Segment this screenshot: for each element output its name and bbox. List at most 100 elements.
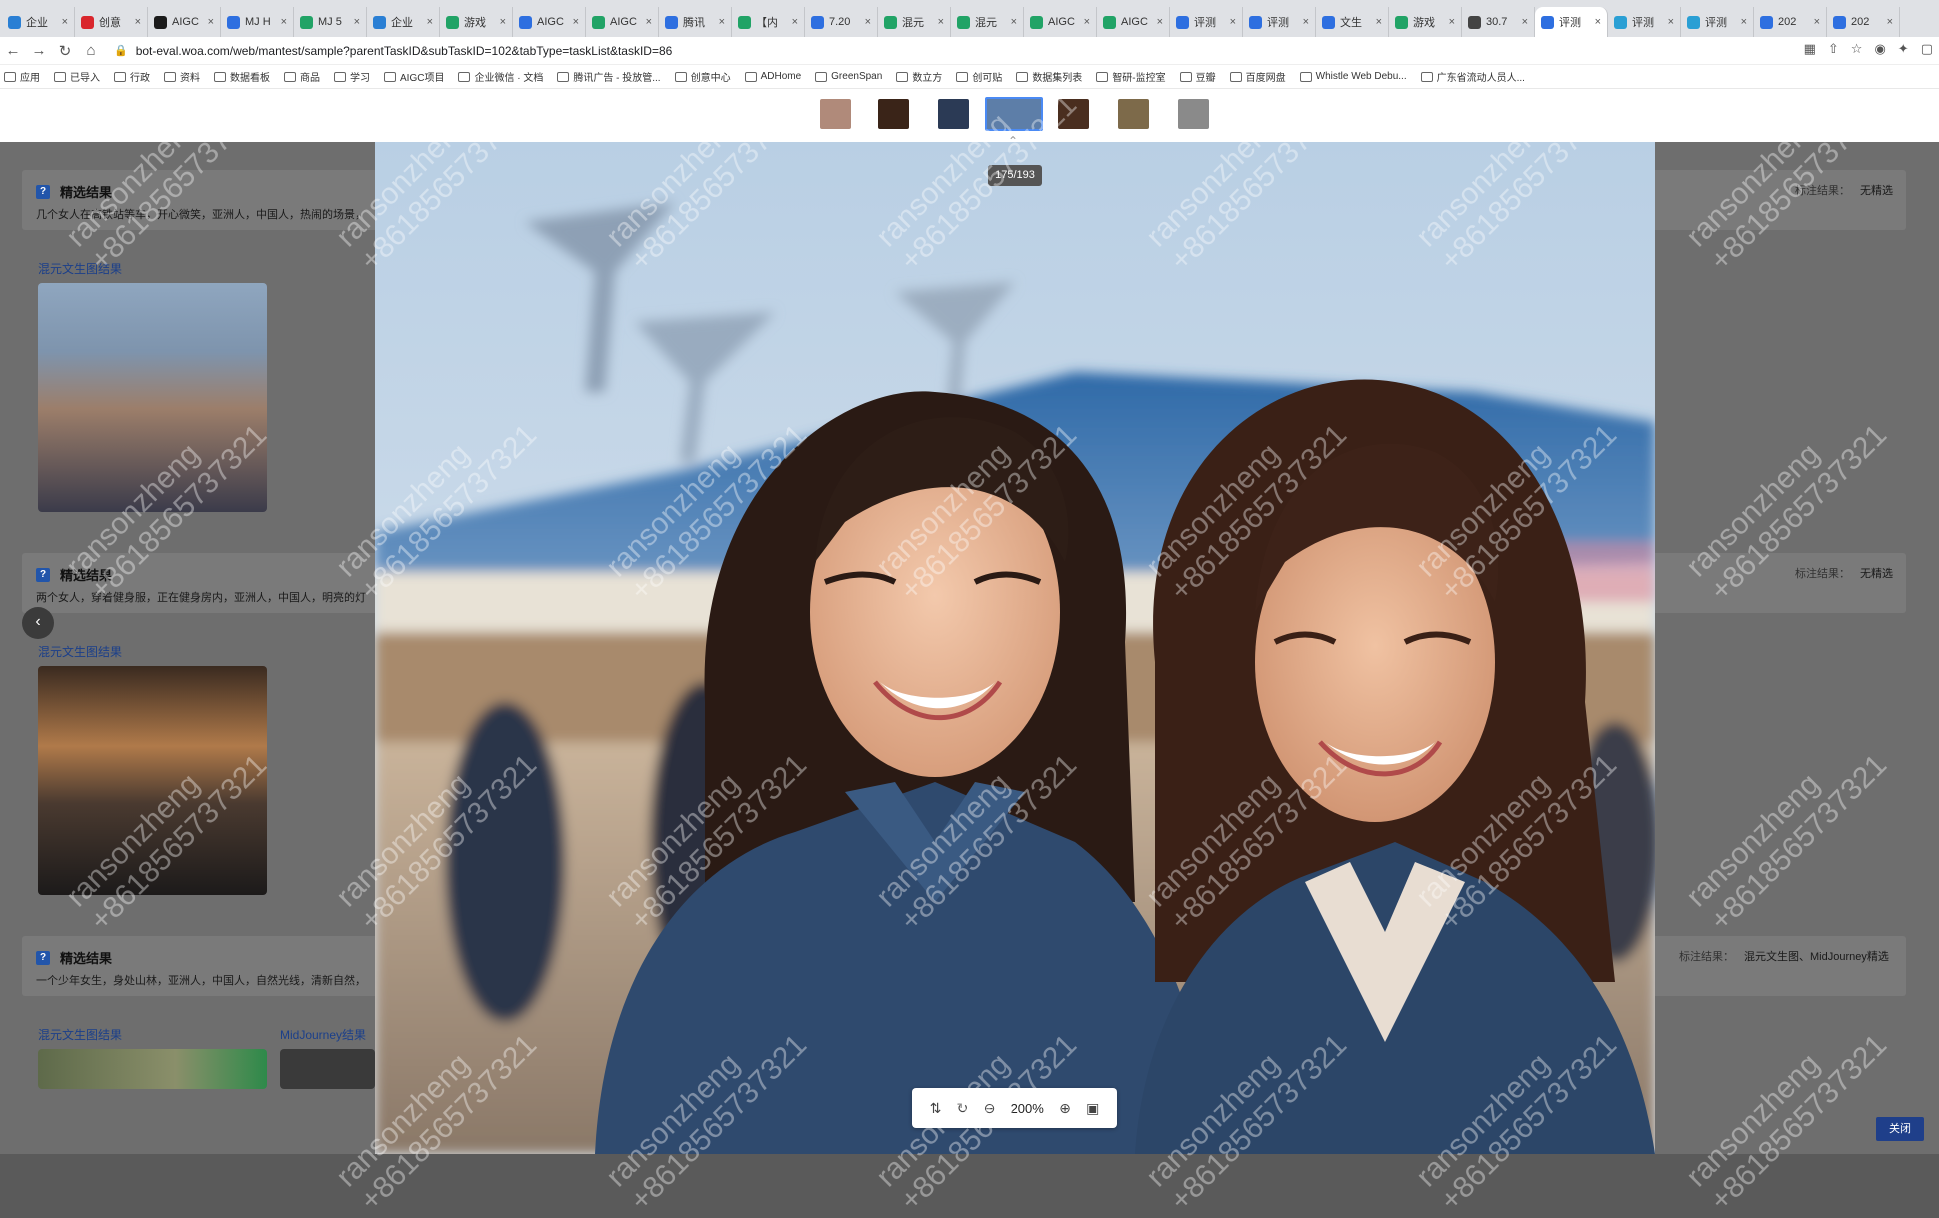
tab-close-icon[interactable]: × bbox=[1157, 16, 1163, 28]
result-image[interactable] bbox=[38, 666, 267, 895]
browser-tab[interactable]: 腾讯 × bbox=[659, 7, 732, 37]
bookmark-item[interactable]: 腾讯广告 - 投放管... bbox=[557, 69, 661, 84]
tab-close-icon[interactable]: × bbox=[1084, 16, 1090, 28]
forward-icon[interactable]: → bbox=[26, 42, 52, 59]
tab-close-icon[interactable]: × bbox=[1011, 16, 1017, 28]
bookmark-item[interactable]: Whistle Web Debu... bbox=[1299, 71, 1407, 82]
browser-tab[interactable]: 游戏 × bbox=[1389, 7, 1462, 37]
browser-tab[interactable]: AIGC × bbox=[513, 7, 586, 37]
browser-tab[interactable]: 企业 × bbox=[367, 7, 440, 37]
browser-tab[interactable]: 混元 × bbox=[951, 7, 1024, 37]
browser-tab[interactable]: MJ 5 × bbox=[294, 7, 367, 37]
viewer-thumbnail[interactable] bbox=[1058, 99, 1089, 129]
previous-button[interactable]: ‹ bbox=[22, 607, 54, 639]
bookmark-item[interactable]: 资料 bbox=[164, 69, 200, 84]
reload-icon[interactable]: ↻ bbox=[52, 42, 78, 60]
bookmark-item[interactable]: 应用 bbox=[4, 69, 40, 84]
tab-close-icon[interactable]: × bbox=[1376, 16, 1382, 28]
browser-tab[interactable]: AIGC × bbox=[586, 7, 659, 37]
tab-close-icon[interactable]: × bbox=[1814, 16, 1820, 28]
bookmark-item[interactable]: AIGC项目 bbox=[384, 69, 444, 84]
back-icon[interactable]: ← bbox=[0, 42, 26, 59]
browser-tab[interactable]: 游戏 × bbox=[440, 7, 513, 37]
home-icon[interactable]: ⌂ bbox=[78, 42, 104, 59]
flip-icon[interactable]: ⇅ bbox=[930, 1100, 942, 1117]
bookmark-star-icon[interactable]: ☆ bbox=[1851, 41, 1863, 57]
viewer-thumbnail[interactable] bbox=[820, 99, 851, 129]
browser-tab[interactable]: AIGC × bbox=[1024, 7, 1097, 37]
tab-close-icon[interactable]: × bbox=[135, 16, 141, 28]
tab-close-icon[interactable]: × bbox=[1303, 16, 1309, 28]
tab-close-icon[interactable]: × bbox=[208, 16, 214, 28]
bookmark-item[interactable]: 百度网盘 bbox=[1229, 69, 1286, 84]
browser-tab[interactable]: 企业 × bbox=[2, 7, 75, 37]
browser-tab[interactable]: 30.7 × bbox=[1462, 7, 1535, 37]
viewer-thumbnail[interactable] bbox=[985, 97, 1043, 131]
tab-close-icon[interactable]: × bbox=[938, 16, 944, 28]
browser-tab[interactable]: 202 × bbox=[1827, 7, 1900, 37]
viewer-thumbnail[interactable] bbox=[1118, 99, 1149, 129]
bookmark-item[interactable]: 商品 bbox=[284, 69, 320, 84]
bookmark-item[interactable]: 学习 bbox=[334, 69, 370, 84]
tab-close-icon[interactable]: × bbox=[500, 16, 506, 28]
browser-tab[interactable]: 创意 × bbox=[75, 7, 148, 37]
bookmark-item[interactable]: 广东省流动人员人... bbox=[1420, 69, 1525, 84]
tab-close-icon[interactable]: × bbox=[281, 16, 287, 28]
viewer-thumbnail[interactable] bbox=[938, 99, 969, 129]
bookmark-item[interactable]: ADHome bbox=[744, 71, 801, 82]
bookmark-item[interactable]: 数据集列表 bbox=[1016, 69, 1082, 84]
tab-close-icon[interactable]: × bbox=[62, 16, 68, 28]
bookmark-item[interactable]: 智研-监控室 bbox=[1096, 69, 1166, 84]
browser-tab[interactable]: MJ H × bbox=[221, 7, 294, 37]
browser-tab[interactable]: 评测 × bbox=[1535, 7, 1608, 37]
bookmark-item[interactable]: 创可贴 bbox=[956, 69, 1002, 84]
tab-close-icon[interactable]: × bbox=[1595, 16, 1601, 28]
browser-tab[interactable]: 【内 × bbox=[732, 7, 805, 37]
bookmark-item[interactable]: 行政 bbox=[114, 69, 150, 84]
tab-close-icon[interactable]: × bbox=[1741, 16, 1747, 28]
result-image[interactable] bbox=[38, 283, 267, 512]
url-field[interactable]: 🔒 bot-eval.woa.com/web/mantest/sample?pa… bbox=[114, 44, 672, 58]
preview-image[interactable] bbox=[375, 142, 1655, 1154]
bookmark-item[interactable]: 已导入 bbox=[54, 69, 100, 84]
tab-close-icon[interactable]: × bbox=[1449, 16, 1455, 28]
browser-tab[interactable]: 202 × bbox=[1754, 7, 1827, 37]
viewer-thumbnail[interactable] bbox=[878, 99, 909, 129]
bookmark-item[interactable]: 企业微信 · 文档 bbox=[458, 69, 543, 84]
browser-tab[interactable]: AIGC × bbox=[148, 7, 221, 37]
translate-icon[interactable]: ▦ bbox=[1804, 41, 1816, 57]
bookmark-item[interactable]: GreenSpan bbox=[815, 71, 882, 82]
bookmark-item[interactable]: 创意中心 bbox=[674, 69, 731, 84]
tab-close-icon[interactable]: × bbox=[427, 16, 433, 28]
tab-close-icon[interactable]: × bbox=[573, 16, 579, 28]
share-icon[interactable]: ⇧ bbox=[1828, 41, 1839, 57]
zoom-out-icon[interactable]: ⊖ bbox=[984, 1100, 996, 1117]
browser-tab[interactable]: 评测 × bbox=[1243, 7, 1316, 37]
zoom-in-icon[interactable]: ⊕ bbox=[1059, 1100, 1071, 1117]
viewer-thumbnail[interactable] bbox=[1178, 99, 1209, 129]
result-image[interactable] bbox=[280, 1049, 375, 1089]
browser-tab[interactable]: 混元 × bbox=[878, 7, 951, 37]
puzzle-icon[interactable]: ✦ bbox=[1898, 41, 1909, 57]
bookmark-item[interactable]: 豆瓣 bbox=[1179, 69, 1216, 84]
browser-tab[interactable]: 文生 × bbox=[1316, 7, 1389, 37]
browser-tab[interactable]: 评测 × bbox=[1681, 7, 1754, 37]
close-button[interactable]: 关闭 bbox=[1876, 1117, 1924, 1141]
browser-tab[interactable]: 评测 × bbox=[1170, 7, 1243, 37]
bookmark-item[interactable]: 数立方 bbox=[896, 69, 942, 84]
tab-close-icon[interactable]: × bbox=[646, 16, 652, 28]
extension-icon[interactable]: ◉ bbox=[1874, 41, 1885, 57]
browser-tab[interactable]: 评测 × bbox=[1608, 7, 1681, 37]
browser-tab[interactable]: AIGC × bbox=[1097, 7, 1170, 37]
tab-close-icon[interactable]: × bbox=[1522, 16, 1528, 28]
tab-close-icon[interactable]: × bbox=[1887, 16, 1893, 28]
tab-close-icon[interactable]: × bbox=[792, 16, 798, 28]
tab-close-icon[interactable]: × bbox=[1668, 16, 1674, 28]
tab-close-icon[interactable]: × bbox=[354, 16, 360, 28]
tab-close-icon[interactable]: × bbox=[719, 16, 725, 28]
tab-close-icon[interactable]: × bbox=[865, 16, 871, 28]
tab-close-icon[interactable]: × bbox=[1230, 16, 1236, 28]
fit-screen-icon[interactable]: ▣ bbox=[1086, 1100, 1099, 1117]
rotate-icon[interactable]: ↻ bbox=[957, 1100, 969, 1117]
browser-tab[interactable]: 7.20 × bbox=[805, 7, 878, 37]
